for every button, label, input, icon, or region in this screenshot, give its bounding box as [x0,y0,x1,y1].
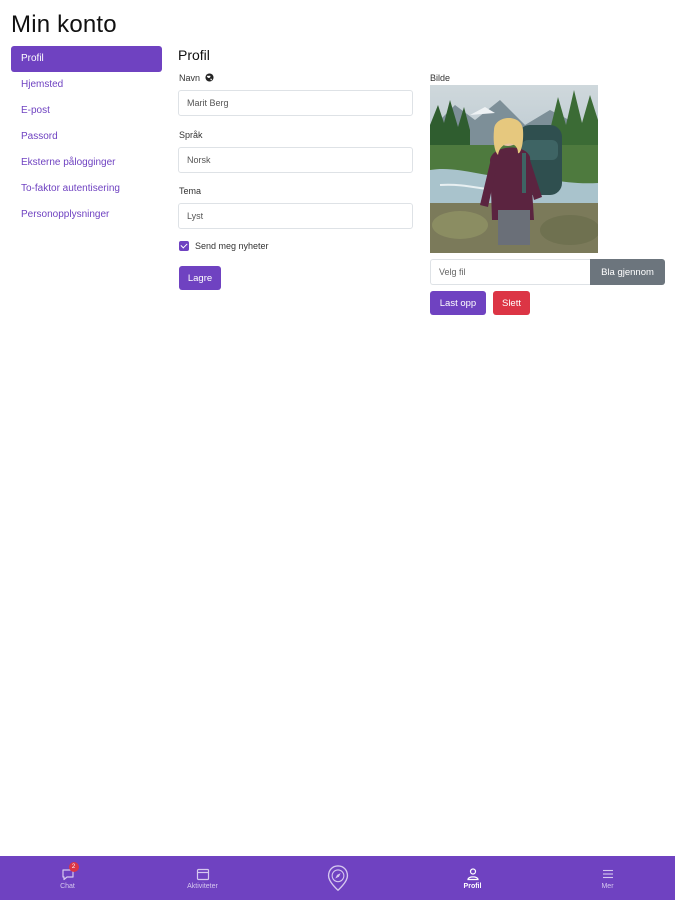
name-label: Navn [179,73,201,83]
bottom-nav: 2 Chat Aktiviteter Profil Mer [0,856,675,900]
sidebar-item-eksterne-palogginger[interactable]: Eksterne pålogginger [11,150,162,176]
nav-item-mer[interactable]: Mer [540,856,675,900]
sidebar-item-epost[interactable]: E-post [11,98,162,124]
sidebar-item-passord[interactable]: Passord [11,124,162,150]
newsletter-row: Send meg nyheter [179,241,269,251]
compass-pin-icon [327,864,348,891]
page-title: Min konto [11,11,117,38]
theme-select[interactable]: Lyst [178,203,413,229]
nav-label-profil: Profil [463,882,482,890]
save-button[interactable]: Lagre [179,266,221,290]
section-title: Profil [178,47,210,63]
browse-button[interactable]: Bla gjennom [590,259,665,285]
nav-item-chat[interactable]: 2 Chat [0,856,135,900]
upload-button[interactable]: Last opp [430,291,486,315]
language-select[interactable]: Norsk [178,147,413,173]
delete-button[interactable]: Slett [493,291,530,315]
name-label-row: Navn [179,73,214,83]
nav-item-profil[interactable]: Profil [405,856,540,900]
nav-item-aktiviteter[interactable]: Aktiviteter [135,856,270,900]
nav-item-map[interactable] [270,856,405,900]
newsletter-checkbox[interactable] [179,241,189,251]
account-sidebar: Profil Hjemsted E-post Passord Eksterne … [11,46,162,228]
sidebar-item-hjemsted[interactable]: Hjemsted [11,72,162,98]
picture-label: Bilde [430,73,451,83]
globe-icon [204,73,214,82]
sidebar-item-to-faktor[interactable]: To-faktor autentisering [11,176,162,202]
nav-label-mer: Mer [601,882,614,890]
language-label: Språk [179,130,203,140]
sidebar-item-personopplysninger[interactable]: Personopplysninger [11,202,162,228]
sidebar-item-profil[interactable]: Profil [11,46,162,72]
newsletter-label[interactable]: Send meg nyheter [195,241,269,251]
file-input[interactable]: Velg fil [430,259,590,285]
theme-label: Tema [179,186,202,196]
name-input[interactable]: Marit Berg [178,90,413,116]
menu-icon [602,869,613,878]
calendar-icon [196,868,209,880]
nav-label-chat: Chat [60,882,75,890]
nav-label-aktiviteter: Aktiviteter [187,882,218,890]
chat-badge: 2 [68,862,79,872]
person-icon [466,867,479,880]
profile-photo [430,85,598,253]
